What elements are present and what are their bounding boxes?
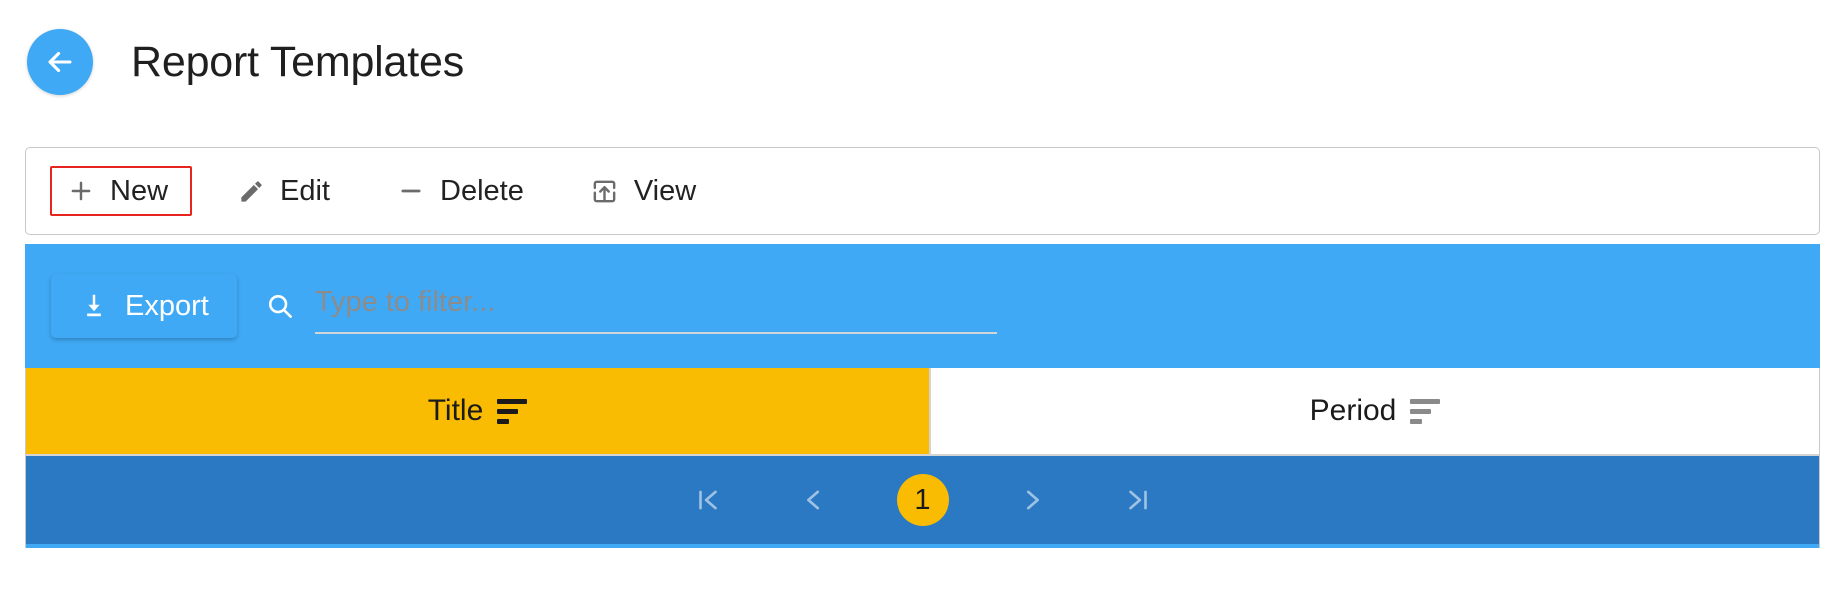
download-icon bbox=[79, 291, 109, 321]
new-button[interactable]: New bbox=[50, 166, 193, 216]
pencil-icon bbox=[236, 176, 266, 206]
page-number-button[interactable]: 1 bbox=[896, 474, 949, 526]
report-templates-page: Report Templates New Edit Delete View Ex… bbox=[0, 0, 1845, 593]
search-icon[interactable] bbox=[259, 285, 301, 327]
edit-button-label: Edit bbox=[280, 174, 330, 207]
filter-bar: Export bbox=[25, 244, 1820, 368]
arrow-left-icon bbox=[43, 45, 77, 79]
launch-box-icon bbox=[590, 176, 620, 206]
minus-icon bbox=[396, 176, 426, 206]
delete-button-label: Delete bbox=[440, 174, 524, 207]
toolbar: New Edit Delete View bbox=[25, 147, 1820, 235]
first-page-button[interactable] bbox=[687, 479, 729, 521]
back-button[interactable] bbox=[27, 29, 93, 95]
plus-icon bbox=[66, 176, 96, 206]
report-templates-table: Title Period 1 bbox=[25, 368, 1820, 548]
view-button[interactable]: View bbox=[574, 166, 712, 216]
sort-descending-icon bbox=[497, 398, 528, 424]
pagination: 1 bbox=[26, 456, 1819, 548]
column-header-period[interactable]: Period bbox=[929, 368, 1819, 454]
column-header-period-label: Period bbox=[1309, 394, 1397, 427]
edit-button[interactable]: Edit bbox=[220, 166, 346, 216]
delete-button[interactable]: Delete bbox=[380, 166, 540, 216]
new-button-label: New bbox=[110, 174, 169, 207]
export-button[interactable]: Export bbox=[51, 274, 237, 338]
next-page-button[interactable] bbox=[1011, 479, 1053, 521]
previous-page-button[interactable] bbox=[793, 479, 835, 521]
column-header-title[interactable]: Title bbox=[26, 368, 929, 454]
view-button-label: View bbox=[633, 174, 697, 207]
table-header-row: Title Period bbox=[26, 368, 1819, 456]
page-header: Report Templates bbox=[0, 0, 1845, 95]
filter-input[interactable] bbox=[314, 278, 997, 334]
last-page-button[interactable] bbox=[1117, 479, 1159, 521]
export-button-label: Export bbox=[125, 289, 209, 322]
sort-descending-icon bbox=[1410, 398, 1441, 424]
page-title: Report Templates bbox=[131, 37, 465, 86]
column-header-title-label: Title bbox=[427, 394, 484, 427]
